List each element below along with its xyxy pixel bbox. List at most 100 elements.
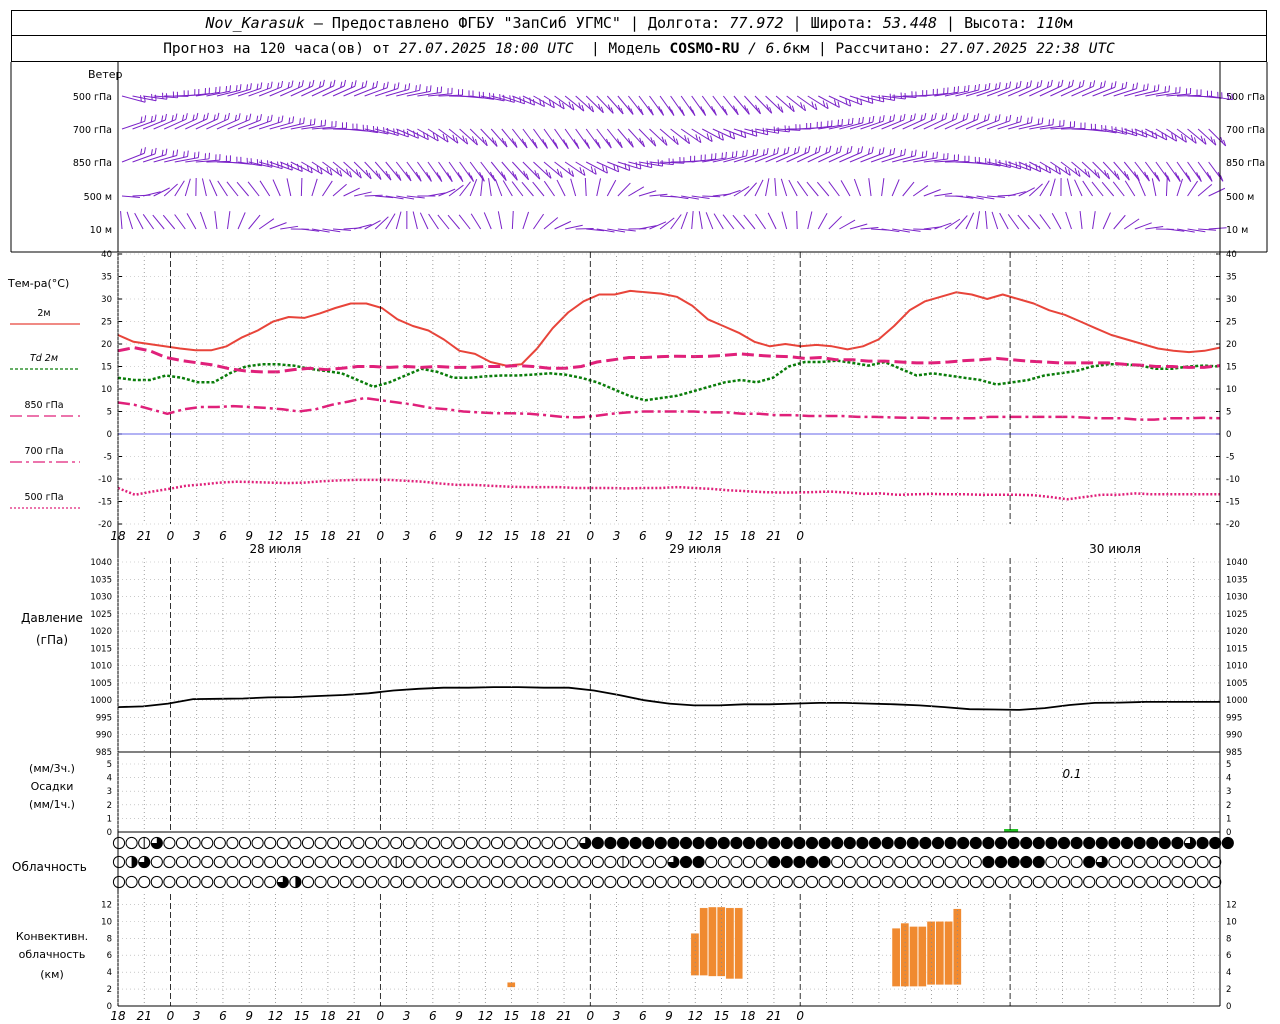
conv-title-1: Конвективн. <box>16 930 88 943</box>
wind-barb-icon <box>134 212 144 230</box>
cloud-cover-icon <box>490 875 504 889</box>
cloud-cover-icon <box>188 836 201 850</box>
cloud-cover-icon <box>768 837 780 849</box>
wind-barb-icon <box>286 178 292 197</box>
wind-barb-icon <box>259 114 262 121</box>
cloud-cover-icon <box>352 855 365 869</box>
cloud-cover-icon <box>112 836 126 850</box>
conv-bar <box>725 907 735 980</box>
wind-barb-icon <box>702 195 721 198</box>
wind-barb-icon <box>309 119 312 126</box>
cloud-cover-icon <box>793 837 806 849</box>
wind-barb-icon <box>483 212 492 230</box>
wind-barb-icon <box>1197 128 1217 146</box>
cloud-cover-icon <box>1032 875 1045 889</box>
pres-ytick-right: 990 <box>1226 731 1242 741</box>
precip-unit-3h: (мм/3ч.) <box>29 762 75 775</box>
cloud-cover-icon <box>692 875 705 889</box>
cloud-cover-icon <box>881 855 894 869</box>
cloud-cover-icon <box>364 855 378 869</box>
wind-barb-icon <box>511 210 514 230</box>
wind-barb-icon <box>480 178 484 197</box>
cloud-cover-icon <box>806 856 818 868</box>
wind-barb-icon <box>1066 178 1072 197</box>
wind-barb-icon <box>788 179 798 197</box>
wind-barb-icon <box>193 152 196 159</box>
wind-barb-icon <box>754 179 764 197</box>
cloud-cover-icon <box>201 875 214 889</box>
wind-barb-icon <box>878 116 881 123</box>
temp-ytick-left: 0 <box>107 430 112 440</box>
wind-barb-icon <box>1187 180 1199 197</box>
hour-tick-top: 21 <box>137 529 152 543</box>
cloud-cover-icon <box>717 875 730 889</box>
cloud-cover-icon <box>856 855 869 869</box>
wind-level-left: 700 гПа <box>73 125 112 136</box>
cloud-cover-icon <box>868 855 882 869</box>
cloud-cover-icon <box>188 855 201 869</box>
hour-tick-bottom: 15 <box>294 1009 309 1023</box>
temp-ytick-left: -5 <box>104 453 112 463</box>
wind-barb-icon <box>1009 114 1012 122</box>
cloud-cover-icon <box>377 875 390 889</box>
wind-barb-icon <box>459 128 478 146</box>
wind-barb-icon <box>575 95 594 113</box>
cloud-cover-icon <box>957 875 970 889</box>
wind-barb-icon <box>994 83 997 90</box>
cloud-cover-icon <box>882 837 894 849</box>
cloud-cover-icon <box>503 836 516 850</box>
wind-barb-icon <box>470 213 482 230</box>
wind-barb-icon <box>174 180 185 197</box>
cloud-cover-icon <box>919 837 932 849</box>
wind-barb-icon <box>742 150 744 157</box>
cloud-cover-icon <box>957 855 970 869</box>
cloud-cover-icon <box>276 855 289 869</box>
cloud-cover-icon <box>238 836 252 850</box>
hour-tick-top: 21 <box>766 529 781 543</box>
cloud-cover-icon <box>1096 837 1108 849</box>
cloud-cover-icon <box>1209 855 1222 869</box>
cloud-cover-icon <box>1133 875 1146 889</box>
cloud-cover-icon <box>843 855 856 869</box>
cloud-cover-icon <box>1183 875 1197 889</box>
wind-barb-icon <box>628 186 645 197</box>
wind-barb-icon <box>762 149 765 156</box>
prec-ytick-right: 2 <box>1226 801 1231 811</box>
cloud-cover-icon <box>352 875 365 889</box>
wind-barb-icon <box>364 161 382 180</box>
cloud-cover-icon <box>1146 855 1159 869</box>
cloud-cover-icon <box>907 837 919 849</box>
wind-barb-icon <box>437 214 450 230</box>
cloud-cover-icon <box>427 836 441 850</box>
wind-barb-icon <box>912 185 929 197</box>
wind-barb-icon <box>1040 80 1043 87</box>
temperature-panel: -20 -20-15 -15-10 -10-5 -50 05 510 1015 1520 2025… <box>7 250 1240 530</box>
cloud-cover-icon <box>1120 855 1134 869</box>
pressure-panel: 985 985 990 990 995 995 1000 1000 1005 1005 1010 10… <box>21 558 1248 758</box>
wind-barb-icon <box>818 95 840 108</box>
cloud-cover-icon <box>982 837 995 849</box>
hour-tick-bottom: 12 <box>478 1009 493 1023</box>
cloud-cover-icon <box>314 875 327 889</box>
wind-barb-icon <box>575 227 594 230</box>
cloud-cover-icon <box>213 855 226 869</box>
wind-barb-icon <box>1164 86 1167 93</box>
cloud-cover-icon <box>881 875 894 889</box>
wind-barb-icon <box>154 114 157 121</box>
conv-ytick-right: 12 <box>1226 900 1237 910</box>
cloud-cover-icon <box>994 875 1008 889</box>
wind-barb-icon <box>1124 180 1136 197</box>
cloud-cover-icon <box>1008 837 1020 849</box>
temp-ytick-left: -10 <box>98 475 112 485</box>
conv-ytick-left: 12 <box>101 900 112 910</box>
cloud-cover-icon <box>1045 855 1058 869</box>
wind-barb-icon <box>393 83 396 90</box>
cloud-cover-icon <box>756 837 768 849</box>
wind-barb-icon <box>725 151 727 158</box>
wind-barb-icon <box>564 95 585 112</box>
temp-ytick-left: 10 <box>101 385 112 395</box>
cloud-cover-icon <box>831 837 843 849</box>
cloud-cover-icon <box>1209 837 1221 849</box>
cloud-cover-icon <box>868 875 882 889</box>
prec-ytick-right: 3 <box>1226 787 1231 797</box>
